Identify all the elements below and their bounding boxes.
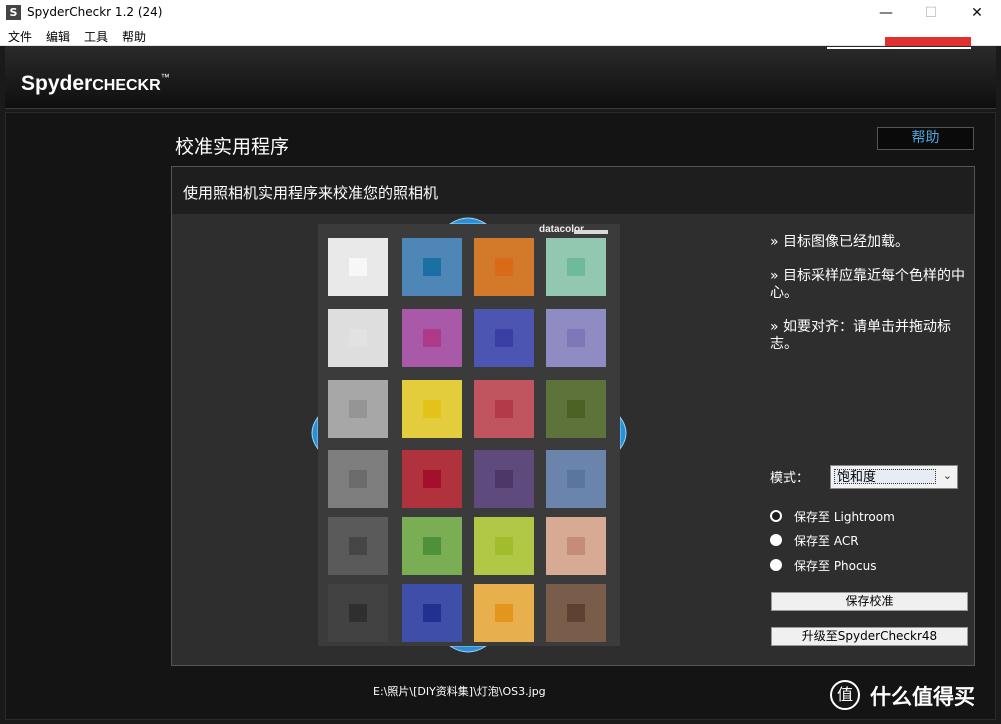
top-align-handle-icon[interactable] (448, 212, 488, 224)
sample-square (349, 400, 367, 418)
sample-square (495, 537, 513, 555)
sample-square (349, 537, 367, 555)
color-patch (402, 238, 462, 296)
brand-checkr: CHECKR (92, 77, 161, 94)
target-image[interactable] (318, 224, 620, 646)
color-patch (328, 584, 388, 642)
color-patch (546, 380, 606, 438)
menu-edit[interactable]: 编辑 (46, 28, 70, 45)
sample-square (567, 258, 585, 276)
app-icon: S (6, 5, 21, 20)
color-patch (328, 517, 388, 575)
radio-label: 保存至 Phocus (794, 559, 877, 573)
sample-square (495, 258, 513, 276)
menu-help[interactable]: 帮助 (122, 28, 146, 45)
radio-label: 保存至 ACR (794, 534, 859, 548)
color-patch (402, 309, 462, 367)
mode-select[interactable]: 饱和度 ⌄ (830, 465, 958, 489)
color-patch (474, 380, 534, 438)
color-patch (402, 450, 462, 508)
watermark-logo-icon: 值 (830, 680, 860, 710)
mode-label: 模式： (770, 471, 810, 486)
color-patch (546, 450, 606, 508)
color-patch (328, 309, 388, 367)
sample-square (567, 329, 585, 347)
color-patch (328, 238, 388, 296)
sample-square (349, 604, 367, 622)
color-patch (546, 517, 606, 575)
help-button[interactable]: 帮助 (877, 127, 974, 150)
color-patch (402, 517, 462, 575)
brand-tm: ™ (160, 72, 170, 82)
sample-square (349, 470, 367, 488)
sample-square (567, 537, 585, 555)
sample-square (495, 604, 513, 622)
chevron-down-icon: ⌄ (942, 469, 952, 482)
window-title-bar: S SpyderCheckr 1.2 (24) — ☐ ✕ (0, 0, 1001, 27)
panel-subtitle: 使用照相机实用程序来校准您的照相机 (183, 184, 439, 202)
sample-square (423, 258, 441, 276)
right-align-handle-icon[interactable] (620, 415, 632, 451)
color-patch (474, 309, 534, 367)
color-patch (474, 238, 534, 296)
datacolor-logo-underline (827, 47, 971, 49)
menu-file[interactable]: 文件 (8, 28, 32, 45)
close-button[interactable]: ✕ (955, 2, 999, 24)
color-patch (546, 584, 606, 642)
sample-square (423, 329, 441, 347)
info-target-loaded: » 目标图像已经加载。 (770, 234, 910, 250)
color-patch (474, 584, 534, 642)
radio-circle-icon[interactable] (770, 559, 782, 571)
page-title: 校准实用程序 (175, 136, 290, 158)
menu-tools[interactable]: 工具 (84, 28, 108, 45)
radio-circle-icon[interactable] (770, 534, 782, 546)
color-patch (474, 450, 534, 508)
color-patch (546, 309, 606, 367)
sample-square (423, 400, 441, 418)
app-header: SpyderCHECKR™ (5, 46, 996, 109)
datacolor-logo-bar (885, 37, 971, 46)
sample-square (495, 400, 513, 418)
info-sample-center: » 目标采样应靠近每个色样的中心。 (770, 268, 966, 301)
sample-square (423, 604, 441, 622)
window-title: SpyderCheckr 1.2 (24) (27, 5, 163, 19)
sample-square (567, 400, 585, 418)
color-patch (328, 380, 388, 438)
sample-square (349, 258, 367, 276)
info-align-drag: » 如要对齐：请单击并拖动标志。 (770, 319, 952, 352)
sample-square (495, 470, 513, 488)
sample-square (567, 470, 585, 488)
color-patch (402, 380, 462, 438)
mode-selected-value: 饱和度 (834, 469, 936, 485)
radio-circle-icon[interactable] (770, 510, 782, 522)
color-patch (474, 517, 534, 575)
color-patch (328, 450, 388, 508)
sample-square (567, 604, 585, 622)
spydercheckr-logo: SpyderCHECKR™ (21, 72, 170, 96)
bottom-align-handle-icon[interactable] (448, 646, 488, 658)
radio-label: 保存至 Lightroom (794, 510, 895, 524)
target-logo-bar (574, 230, 608, 234)
file-path: E:\照片\[DIY资料集]\灯泡\OS3.jpg (373, 685, 546, 698)
save-calibration-button[interactable]: 保存校准 (771, 592, 968, 611)
color-patch (402, 584, 462, 642)
minimize-button[interactable]: — (864, 2, 908, 24)
maximize-button[interactable]: ☐ (909, 2, 953, 24)
sample-square (495, 329, 513, 347)
brand-spyder: Spyder (21, 72, 93, 95)
sample-square (423, 537, 441, 555)
sample-square (349, 329, 367, 347)
color-patch (546, 238, 606, 296)
upgrade-button[interactable]: 升级至SpyderCheckr48 (771, 627, 968, 646)
sample-square (423, 470, 441, 488)
left-align-handle-icon[interactable] (306, 415, 318, 451)
watermark-text: 什么值得买 (870, 685, 975, 709)
